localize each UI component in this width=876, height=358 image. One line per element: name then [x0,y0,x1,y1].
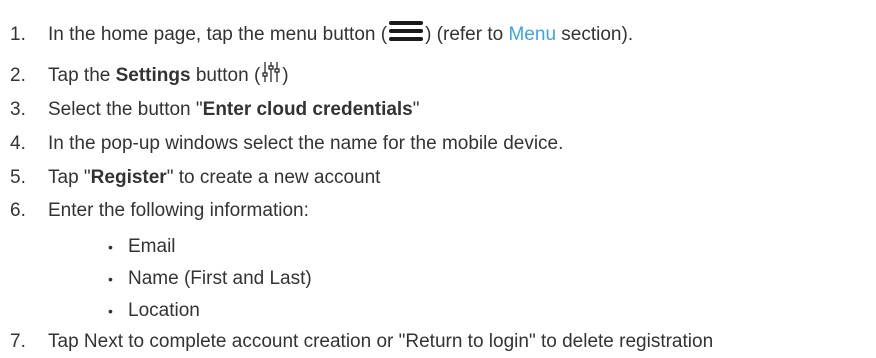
menu-section-link[interactable]: Menu [508,24,556,45]
list-item-label: Email [128,236,176,257]
step-4: 4. In the pop-up windows select the name … [0,131,563,157]
step-7: 7. Tap Next to complete account creation … [0,329,713,355]
list-item-label: Location [128,300,200,321]
bullet-icon: • [108,271,113,287]
bullet-icon: • [108,239,113,255]
list-item-location: • Location [108,298,200,324]
menu-icon [389,21,424,49]
step-5: 5. Tap "Register" to create a new account [0,165,380,191]
step-text: Tap " [48,167,91,188]
list-item-label: Name (First and Last) [128,268,312,289]
step-number: 3. [10,99,26,120]
step-text: Tap the [48,65,116,87]
step-text: ) (refer to [425,24,509,46]
step-text: In the pop-up windows select the name fo… [48,133,564,154]
settings-label: Settings [115,65,191,87]
bullet-icon: • [108,303,113,319]
step-6: 6. Enter the following information: [0,198,309,224]
step-number: 6. [10,200,26,221]
list-item-name: • Name (First and Last) [108,266,312,292]
step-2: 2. Tap the Settings button () [0,61,289,87]
step-number: 2. [10,65,26,87]
step-text: Tap Next to complete account creation or… [48,331,714,352]
step-number: 1. [10,24,26,46]
step-number: 4. [10,133,26,154]
step-text: Enter the following information: [48,200,309,221]
step-number: 5. [10,167,26,188]
step-number: 7. [10,331,26,352]
step-text: Select the button " [48,99,203,120]
instruction-list: 1. In the home page, tap the menu button … [0,0,876,358]
list-item-email: • Email [108,234,176,260]
step-text: " to create a new account [166,167,381,188]
step-3: 3. Select the button "Enter cloud credent… [0,97,420,123]
step-text: button ( [190,65,261,87]
register-label: Register [90,167,167,188]
settings-sliders-icon [262,61,280,91]
step-text: ) [282,65,289,87]
enter-cloud-credentials-label: Enter cloud credentials [202,99,413,120]
step-text: section). [556,24,634,46]
step-text: " [412,99,420,120]
step-text: In the home page, tap the menu button ( [48,24,388,46]
step-1: 1. In the home page, tap the menu button … [0,21,633,47]
